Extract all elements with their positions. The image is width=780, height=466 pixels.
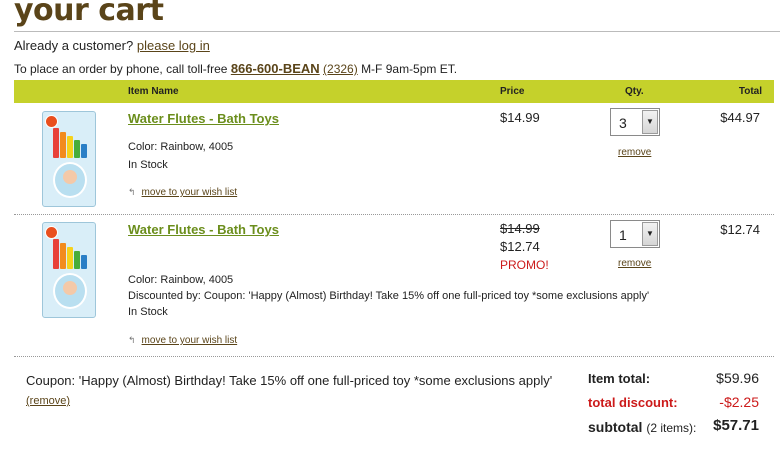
move-to-wish-list[interactable]: ↰ move to your wish list xyxy=(128,187,237,198)
item-total: $44.97 xyxy=(720,110,760,125)
subtotal-item-count: (2 items): xyxy=(646,421,697,435)
quantity-select[interactable]: 1 ▼ xyxy=(610,220,660,248)
header-total: Total xyxy=(738,86,762,97)
item-price: $14.99 xyxy=(500,110,540,125)
water-flutes-graphic xyxy=(53,126,87,158)
remove-item-link[interactable]: remove xyxy=(618,147,651,158)
move-to-wish-list-label: move to your wish list xyxy=(141,187,238,198)
applied-coupon: Coupon: 'Happy (Almost) Birthday! Take 1… xyxy=(26,371,566,411)
chevron-down-icon[interactable]: ▼ xyxy=(642,222,658,246)
coupon-text: Coupon: 'Happy (Almost) Birthday! Take 1… xyxy=(26,373,553,388)
move-to-wish-list[interactable]: ↰ move to your wish list xyxy=(128,335,237,346)
subtotal-label: subtotal (2 items): xyxy=(588,417,698,438)
remove-item-link[interactable]: remove xyxy=(618,258,651,269)
quantity-select[interactable]: 3 ▼ xyxy=(610,108,660,136)
product-name-link[interactable]: Water Flutes - Bath Toys xyxy=(128,222,279,237)
login-prompt: Already a customer? please log in xyxy=(14,38,210,53)
arrow-icon: ↰ xyxy=(128,187,136,197)
login-link[interactable]: please log in xyxy=(137,38,210,53)
page-title: your cart xyxy=(14,0,164,28)
product-image[interactable] xyxy=(42,222,96,318)
product-image[interactable] xyxy=(42,111,96,207)
quantity-value: 1 xyxy=(619,227,627,243)
phone-number-link[interactable]: 866-600-BEAN xyxy=(231,61,320,76)
header-price: Price xyxy=(500,86,525,97)
chevron-down-icon[interactable]: ▼ xyxy=(642,110,658,134)
item-total-value: $59.96 xyxy=(716,370,759,386)
arrow-icon: ↰ xyxy=(128,335,136,345)
phone-prefix: To place an order by phone, call toll-fr… xyxy=(14,62,228,76)
move-to-wish-list-label: move to your wish list xyxy=(141,335,238,346)
promo-badge: PROMO! xyxy=(500,258,549,272)
header-qty: Qty. xyxy=(625,86,644,97)
stock-status: In Stock xyxy=(128,306,168,318)
cart-item-row: Water Flutes - Bath Toys Color: Rainbow,… xyxy=(14,215,774,357)
stock-status: In Stock xyxy=(128,159,168,171)
item-total-label: Item total: xyxy=(588,371,651,386)
phone-order-line: To place an order by phone, call toll-fr… xyxy=(14,61,457,76)
cart-table-header: Item Name Price Qty. Total xyxy=(14,80,774,103)
cart-item-row: Water Flutes - Bath Toys Color: Rainbow,… xyxy=(14,103,774,215)
discount-description: Discounted by: Coupon: 'Happy (Almost) B… xyxy=(128,290,650,302)
header-item-name: Item Name xyxy=(128,86,179,97)
water-flutes-graphic xyxy=(53,237,87,269)
product-name-link[interactable]: Water Flutes - Bath Toys xyxy=(128,111,279,126)
quantity-value: 3 xyxy=(619,115,627,131)
original-price: $14.99 xyxy=(500,221,540,236)
subtotal-label-text: subtotal xyxy=(588,419,643,435)
baby-photo-graphic xyxy=(53,162,87,198)
product-color: Color: Rainbow, 4005 xyxy=(128,141,234,153)
discount-label: total discount: xyxy=(588,395,678,410)
phone-hours: M-F 9am-5pm ET. xyxy=(361,62,458,76)
login-prompt-text: Already a customer? xyxy=(14,38,134,53)
remove-coupon-link[interactable]: (remove) xyxy=(26,395,70,407)
item-total: $12.74 xyxy=(720,222,760,237)
baby-photo-graphic xyxy=(53,273,87,309)
discount-value: -$2.25 xyxy=(719,394,759,410)
item-price: $12.74 xyxy=(500,239,540,254)
title-divider xyxy=(14,31,780,32)
product-color: Color: Rainbow, 4005 xyxy=(128,274,234,286)
phone-extension-link[interactable]: (2326) xyxy=(323,62,358,76)
subtotal-value: $57.71 xyxy=(713,417,759,434)
